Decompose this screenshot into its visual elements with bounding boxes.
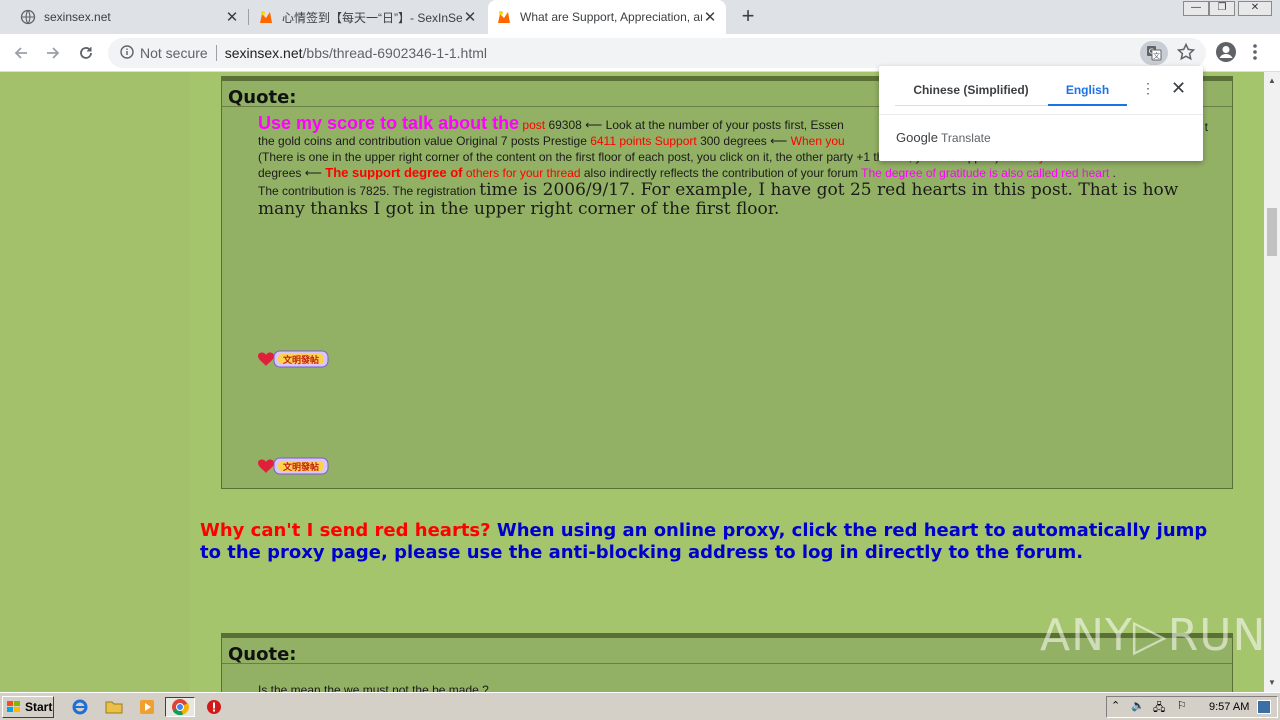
windows-taskbar: Start ⌃ 🔈 🖧 ⚐ 9:57 AM: [0, 692, 1280, 720]
url-path: /bbs/thread-6902346-1-1.html: [302, 45, 487, 61]
quote-text: The contribution is 7825. The registrati…: [258, 184, 480, 198]
divider: [215, 45, 217, 61]
tab-title: What are Support, Appreciation, and: [520, 10, 702, 24]
red-heart-badge[interactable]: 文明發帖: [258, 349, 329, 369]
quote-text: 69308 ⟵ Look at the number of your posts…: [545, 118, 844, 132]
quote-text: When you: [790, 134, 845, 148]
scrollbar-thumb[interactable]: [1267, 208, 1277, 256]
quote-text: 6411 points Support: [590, 134, 697, 148]
maximize-button[interactable]: ❐: [1209, 1, 1235, 16]
flag-icon[interactable]: ⚐: [1177, 699, 1187, 712]
windows-logo-icon: [7, 701, 20, 712]
menu-kebab-icon[interactable]: [1250, 42, 1260, 62]
site-favicon-icon: [496, 9, 512, 25]
bookmark-star-icon[interactable]: [1176, 42, 1196, 62]
url-host: sexinsex.net: [224, 45, 303, 61]
tab-strip: sexinsex.net ✕ 心情签到【每天一“日”】- SexInSex! ✕…: [0, 0, 1280, 34]
quote-lead: Use my score to talk about the: [258, 113, 520, 133]
scroll-down-icon[interactable]: ▼: [1268, 678, 1276, 687]
quote-text: post: [522, 118, 546, 132]
red-heart-badge[interactable]: 文明發帖: [258, 456, 329, 476]
tab-title: 心情签到【每天一“日”】- SexInSex!: [282, 10, 462, 25]
url-text[interactable]: sexinsex.net/bbs/thread-6902346-1-1.html: [225, 45, 487, 61]
site-favicon-icon: [258, 9, 274, 25]
system-tray: ⌃ 🔈 🖧 ⚐ 9:57 AM: [1106, 696, 1278, 718]
notice-question: Why can't I send red hearts?: [200, 520, 491, 541]
ie-icon[interactable]: [70, 697, 90, 717]
explorer-folder-icon[interactable]: [104, 697, 124, 717]
red-heart-notice: Why can't I send red hearts? When using …: [200, 520, 1230, 564]
target-language-tab[interactable]: English: [1048, 78, 1127, 106]
svg-text:文明發帖: 文明發帖: [282, 461, 319, 473]
translate-label: Translate: [941, 131, 991, 145]
quote-body: Is the mean the we must not the be made …: [222, 664, 1232, 692]
start-label: Start: [25, 700, 53, 714]
tab-separator: [248, 9, 249, 25]
quote-text: others for your thread: [462, 166, 581, 180]
quote-text: t: [1204, 120, 1208, 134]
show-desktop-icon[interactable]: [1257, 700, 1271, 714]
google-translate-brand: Google Translate: [896, 130, 991, 145]
divider: [879, 114, 1203, 115]
tab-support-thread[interactable]: What are Support, Appreciation, and ✕: [488, 0, 726, 34]
arrow-left-icon: [14, 47, 27, 59]
svg-text:G: G: [1149, 48, 1154, 56]
more-options-icon[interactable]: ⋮: [1141, 80, 1155, 97]
close-window-button[interactable]: ✕: [1238, 1, 1272, 16]
forward-button[interactable]: [40, 40, 66, 66]
page-viewport: Quote: Use my score to talk about the po…: [0, 72, 1264, 692]
tab-sexinsex[interactable]: sexinsex.net ✕: [12, 0, 248, 34]
vertical-scrollbar[interactable]: ▲ ▼: [1264, 72, 1280, 692]
profile-avatar-icon[interactable]: [1215, 41, 1237, 63]
reload-button[interactable]: [73, 40, 99, 66]
scroll-up-icon[interactable]: ▲: [1268, 76, 1276, 85]
tab-close-icon[interactable]: ✕: [224, 8, 240, 26]
translate-popup: Chinese (Simplified) English ⋮ ✕ Google …: [879, 66, 1203, 161]
quote-text: The degree of gratitude is also called r…: [861, 166, 1110, 180]
stop-sign-icon[interactable]: [204, 697, 224, 717]
info-icon[interactable]: [120, 44, 134, 62]
google-logo: Google: [896, 130, 938, 145]
quote-text: 300 degrees ⟵: [696, 134, 791, 148]
minimize-button[interactable]: —: [1183, 1, 1209, 16]
address-bar[interactable]: Not secure sexinsex.net/bbs/thread-69023…: [108, 38, 1206, 68]
source-language-tab[interactable]: Chinese (Simplified): [899, 78, 1043, 106]
media-player-icon[interactable]: [137, 697, 157, 717]
quote-text: time is 2006/9/17. For example, I have g…: [479, 180, 1073, 200]
tray-expand-icon[interactable]: ⌃: [1111, 699, 1120, 712]
chrome-icon[interactable]: [165, 697, 195, 717]
network-icon[interactable]: 🖧: [1153, 699, 1165, 718]
quote-text: the gold coins and contribution value Or…: [258, 134, 591, 148]
back-button[interactable]: [8, 40, 34, 66]
tab-checkin[interactable]: 心情签到【每天一“日”】- SexInSex! ✕: [250, 0, 486, 34]
new-tab-button[interactable]: +: [736, 5, 760, 29]
volume-icon[interactable]: 🔈: [1131, 699, 1145, 712]
security-label: Not secure: [140, 45, 208, 61]
svg-text:文明發帖: 文明發帖: [282, 354, 319, 366]
translate-icon[interactable]: 文G: [1140, 41, 1168, 65]
globe-icon: [20, 9, 36, 25]
quote-text: degrees ⟵: [258, 166, 326, 180]
tab-close-icon[interactable]: ✕: [462, 8, 478, 26]
reload-icon: [80, 47, 92, 59]
quote-text: also indirectly reflects the contributio…: [580, 166, 862, 180]
close-icon[interactable]: ✕: [1171, 78, 1186, 99]
arrow-right-icon: [47, 47, 60, 59]
start-button[interactable]: Start: [2, 696, 54, 718]
anyrun-watermark: ANY▷RUN: [1040, 610, 1264, 661]
quote-text: The support degree of: [325, 165, 463, 180]
quote-text: Is the mean the we must not the be made …: [258, 683, 489, 692]
clock[interactable]: 9:57 AM: [1209, 701, 1249, 713]
tab-title: sexinsex.net: [44, 10, 111, 24]
quote-text: .: [1109, 166, 1116, 180]
tab-close-icon[interactable]: ✕: [702, 8, 718, 26]
